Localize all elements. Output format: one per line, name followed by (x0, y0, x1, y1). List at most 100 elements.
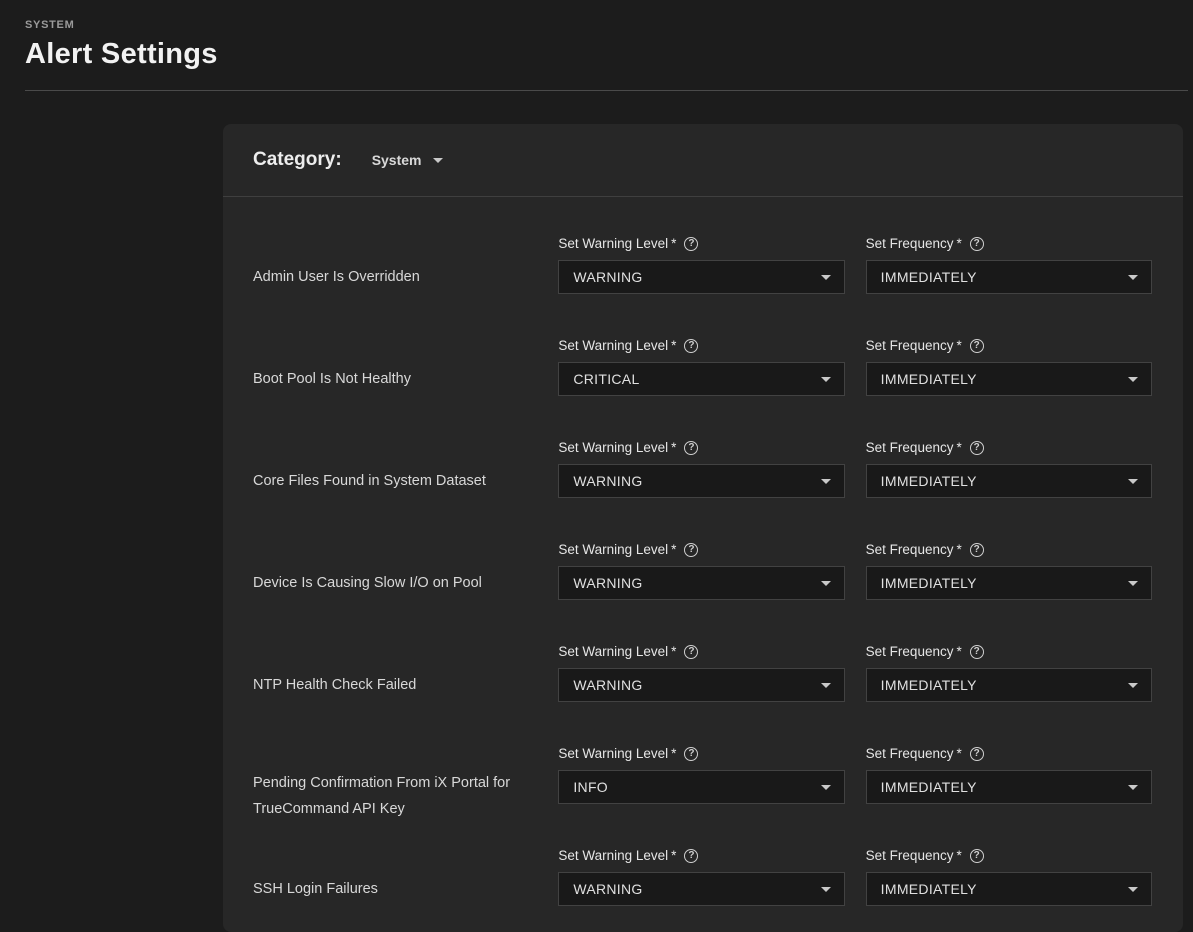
frequency-label-text: Set Frequency (865, 848, 954, 863)
frequency-label-text: Set Frequency (865, 644, 954, 659)
help-icon[interactable] (969, 338, 984, 353)
chevron-down-icon (1128, 376, 1138, 382)
chevron-down-icon (432, 157, 443, 163)
frequency-value: IMMEDIATELY (880, 779, 977, 795)
frequency-value: IMMEDIATELY (880, 677, 977, 693)
frequency-select[interactable]: IMMEDIATELY (865, 362, 1152, 396)
alert-row: Device Is Causing Slow I/O on Pool Set W… (253, 503, 1152, 605)
help-icon[interactable] (969, 236, 984, 251)
frequency-label-text: Set Frequency (865, 338, 954, 353)
warning-level-label-text: Set Warning Level (558, 338, 669, 353)
chevron-down-icon (820, 376, 831, 382)
frequency-label: Set Frequency * (866, 745, 1152, 762)
help-icon[interactable] (969, 644, 984, 659)
frequency-select[interactable]: IMMEDIATELY (865, 464, 1152, 498)
frequency-field: Set Frequency* IMMEDIATELY (865, 643, 1152, 702)
warning-level-select[interactable]: CRITICAL (558, 362, 845, 396)
chevron-down-icon (820, 274, 831, 280)
required-marker: * (671, 848, 677, 863)
warning-level-label-text: Set Warning Level (558, 440, 669, 455)
alert-row: Admin User Is Overridden Set Warning Lev… (253, 197, 1152, 299)
warning-level-select[interactable]: WARNING (558, 464, 845, 498)
frequency-select[interactable]: IMMEDIATELY (865, 668, 1152, 702)
warning-level-label-text: Set Warning Level (558, 746, 669, 761)
chevron-down-icon (1128, 784, 1138, 790)
alert-row: Boot Pool Is Not Healthy Set Warning Lev… (253, 299, 1152, 401)
warning-level-field: Set Warning Level* WARNING (558, 235, 845, 294)
chevron-down-icon (820, 682, 831, 688)
frequency-label-text: Set Frequency (865, 542, 954, 557)
frequency-label-text: Set Frequency (865, 746, 954, 761)
alert-name: Device Is Causing Slow I/O on Pool (253, 575, 482, 591)
frequency-label: Set Frequency * (866, 541, 1152, 558)
help-icon[interactable] (684, 848, 699, 863)
warning-level-select[interactable]: INFO (558, 770, 845, 804)
frequency-label: Set Frequency * (866, 235, 1152, 252)
frequency-field: Set Frequency* IMMEDIATELY (865, 235, 1152, 294)
alert-name: SSH Login Failures (253, 881, 378, 897)
alert-row: Pending Confirmation From iX Portal for … (253, 707, 1152, 817)
warning-level-label-text: Set Warning Level (558, 644, 669, 659)
help-icon[interactable] (969, 746, 984, 761)
frequency-label-text: Set Frequency (865, 440, 954, 455)
frequency-value: IMMEDIATELY (880, 371, 977, 387)
help-icon[interactable] (684, 644, 699, 659)
warning-level-select[interactable]: WARNING (558, 566, 845, 600)
help-icon[interactable] (969, 542, 984, 557)
alert-name: Admin User Is Overridden (253, 269, 420, 285)
chevron-down-icon (820, 886, 831, 892)
warning-level-label: Set Warning Level * (558, 541, 844, 558)
alert-name: Pending Confirmation From iX Portal for … (253, 775, 511, 817)
help-icon[interactable] (684, 236, 699, 251)
help-icon[interactable] (969, 440, 984, 455)
required-marker: * (956, 542, 962, 557)
frequency-select[interactable]: IMMEDIATELY (865, 566, 1152, 600)
frequency-select[interactable]: IMMEDIATELY (865, 260, 1152, 294)
page-title: Alert Settings (25, 38, 218, 70)
warning-level-field: Set Warning Level* WARNING (558, 847, 845, 906)
warning-level-value: WARNING (573, 269, 643, 285)
frequency-select[interactable]: IMMEDIATELY (865, 872, 1152, 906)
warning-level-label: Set Warning Level * (558, 439, 844, 456)
category-select[interactable]: System (372, 152, 443, 168)
warning-level-label-text: Set Warning Level (558, 848, 669, 863)
required-marker: * (671, 644, 677, 659)
frequency-label: Set Frequency * (866, 643, 1152, 660)
category-label: Category: (253, 149, 342, 170)
warning-level-field: Set Warning Level* WARNING (558, 541, 845, 600)
warning-level-value: CRITICAL (573, 371, 640, 387)
required-marker: * (956, 338, 962, 353)
frequency-value: IMMEDIATELY (880, 473, 977, 489)
frequency-field: Set Frequency* IMMEDIATELY (865, 745, 1152, 804)
alert-name: Boot Pool Is Not Healthy (253, 371, 411, 387)
alert-settings-card: Category: System Admin User Is Overridde… (223, 124, 1183, 932)
chevron-down-icon (820, 580, 831, 586)
required-marker: * (956, 440, 962, 455)
frequency-field: Set Frequency* IMMEDIATELY (865, 439, 1152, 498)
help-icon[interactable] (684, 338, 699, 353)
warning-level-value: WARNING (573, 677, 643, 693)
warning-level-label-text: Set Warning Level (558, 236, 669, 251)
alert-row: SSH Login Failures Set Warning Level* WA… (253, 809, 1152, 911)
warning-level-select[interactable]: WARNING (558, 668, 845, 702)
category-value: System (371, 152, 422, 168)
alert-name: NTP Health Check Failed (253, 677, 417, 693)
required-marker: * (956, 236, 962, 251)
frequency-value: IMMEDIATELY (880, 269, 977, 285)
warning-level-select[interactable]: WARNING (558, 260, 845, 294)
help-icon[interactable] (969, 848, 984, 863)
help-icon[interactable] (684, 440, 699, 455)
warning-level-label: Set Warning Level * (558, 847, 844, 864)
frequency-label-text: Set Frequency (865, 236, 954, 251)
alert-row: NTP Health Check Failed Set Warning Leve… (253, 605, 1152, 707)
warning-level-label: Set Warning Level * (558, 235, 844, 252)
chevron-down-icon (1128, 478, 1138, 484)
warning-level-select[interactable]: WARNING (558, 872, 845, 906)
breadcrumb: SYSTEM (25, 19, 75, 31)
warning-level-value: WARNING (573, 881, 643, 897)
frequency-label: Set Frequency * (866, 337, 1152, 354)
frequency-select[interactable]: IMMEDIATELY (865, 770, 1152, 804)
help-icon[interactable] (684, 542, 699, 557)
frequency-field: Set Frequency* IMMEDIATELY (865, 847, 1152, 906)
help-icon[interactable] (684, 746, 699, 761)
